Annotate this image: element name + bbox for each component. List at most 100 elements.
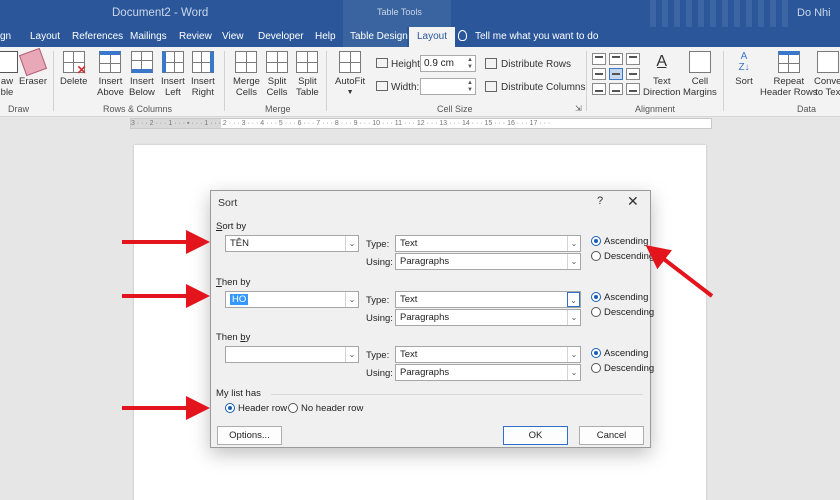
sort-by-type-dropdown[interactable]: Text ⌄: [395, 235, 581, 252]
ok-button[interactable]: OK: [503, 426, 568, 445]
tab-review[interactable]: Review: [179, 27, 212, 47]
align-top-left-button[interactable]: [592, 53, 606, 65]
group-merge-label: Merge: [265, 104, 291, 114]
group-draw-label: Draw: [8, 104, 30, 114]
sort-by-dropdown[interactable]: TÊN ⌄: [225, 235, 359, 252]
tab-developer[interactable]: Developer: [258, 27, 304, 47]
chevron-down-icon[interactable]: ⌄: [345, 292, 358, 307]
then-by-2-ascending-radio[interactable]: Ascending: [591, 348, 648, 359]
lightbulb-icon: [458, 30, 467, 41]
tab-references[interactable]: References: [72, 27, 123, 47]
then-by-1-type-dropdown[interactable]: Text ⌄: [395, 291, 581, 308]
sort-button[interactable]: A Z↓ Sort: [733, 51, 755, 87]
ascending-label: Ascending: [604, 348, 649, 359]
tab-help[interactable]: Help: [315, 27, 336, 47]
width-spinner[interactable]: ▲ ▼: [467, 80, 473, 94]
chevron-down-icon[interactable]: ⌄: [567, 254, 580, 269]
tell-me-search[interactable]: Tell me what you want to do: [458, 27, 598, 47]
cell-margins-button[interactable]: Cell Margins: [683, 51, 717, 98]
height-input[interactable]: 0.9 cm ▲ ▼: [420, 55, 476, 72]
then-by-1-dropdown[interactable]: HO ⌄: [225, 291, 359, 308]
help-icon[interactable]: ?: [597, 195, 603, 207]
delete-button[interactable]: Delete: [60, 51, 87, 87]
no-header-row-radio[interactable]: No header row: [288, 403, 363, 414]
table-tools-group: Table Tools: [343, 0, 451, 27]
insert-left-button[interactable]: Insert Left: [161, 51, 185, 98]
my-list-has-label: My list has: [216, 388, 261, 399]
align-bottom-left-button[interactable]: [592, 83, 606, 95]
chevron-down-icon[interactable]: ⌄: [567, 365, 580, 380]
insert-below-button[interactable]: Insert Below: [129, 51, 155, 98]
align-bottom-center-button[interactable]: [609, 83, 623, 95]
chevron-down-icon[interactable]: ⌄: [567, 292, 580, 307]
draw-table-button[interactable]: aw ble: [0, 51, 18, 98]
group-separator: [53, 51, 54, 111]
eraser-button[interactable]: Eraser: [18, 47, 48, 87]
sort-az-icon: A Z↓: [738, 51, 750, 73]
tab-design[interactable]: gn: [0, 27, 11, 47]
header-row-radio[interactable]: Header row: [225, 403, 287, 414]
insert-above-button[interactable]: Insert Above: [97, 51, 124, 98]
convert-to-text-button[interactable]: Conve to Tex: [814, 51, 840, 98]
sort-by-ascending-radio[interactable]: Ascending: [591, 236, 648, 247]
height-spinner[interactable]: ▲ ▼: [467, 57, 473, 71]
then-by-1-label-post: hen by: [221, 277, 251, 288]
autofit-button[interactable]: AutoFit ▼: [335, 51, 365, 98]
sort-by-descending-radio[interactable]: Descending: [591, 251, 654, 262]
align-bottom-right-button[interactable]: [626, 83, 640, 95]
then-by-2-label: Then by: [216, 332, 250, 343]
chevron-down-icon[interactable]: ⌄: [345, 236, 358, 251]
user-name[interactable]: Do Nhi: [797, 7, 831, 19]
distribute-columns-icon: [485, 81, 497, 92]
then-by-2-descending-radio[interactable]: Descending: [591, 363, 654, 374]
align-top-center-button[interactable]: [609, 53, 623, 65]
column-width-icon: [376, 81, 388, 91]
text-direction-button[interactable]: A̲ Text Direction: [643, 51, 681, 98]
sort-by-label-post: ort by: [222, 221, 247, 232]
cancel-button[interactable]: Cancel: [579, 426, 644, 445]
tab-mailings[interactable]: Mailings: [130, 27, 167, 47]
then-by-2-type-label: Type:: [366, 350, 390, 361]
radio-selected: [591, 292, 601, 302]
tab-view[interactable]: View: [222, 27, 244, 47]
cell-size-launcher-icon[interactable]: ⇲: [575, 104, 582, 113]
align-center-button[interactable]: [609, 68, 623, 80]
insert-right-button[interactable]: Insert Right: [191, 51, 215, 98]
then-by-1-ascending-radio[interactable]: Ascending: [591, 292, 648, 303]
titlebar-pattern: [650, 0, 790, 27]
ruler-ticks: 3 · · · 2 · · · 1 · · · ▪ · · · 1 · · · …: [131, 120, 551, 127]
then-by-1-using-dropdown[interactable]: Paragraphs ⌄: [395, 309, 581, 326]
align-top-right-button[interactable]: [626, 53, 640, 65]
convert-label-1: Conve: [814, 76, 840, 87]
ascending-label: Ascending: [604, 236, 649, 247]
width-input[interactable]: ▲ ▼: [420, 78, 476, 95]
then-by-2-type-dropdown[interactable]: Text ⌄: [395, 346, 581, 363]
tab-layout-page[interactable]: Layout: [30, 27, 60, 47]
merge-cells-label-2: Cells: [235, 87, 258, 98]
repeat-header-rows-button[interactable]: Repeat Header Rows: [760, 51, 818, 98]
tab-table-layout[interactable]: Layout: [409, 27, 456, 47]
chevron-down-icon[interactable]: ⌄: [567, 310, 580, 325]
then-by-2-dropdown[interactable]: ⌄: [225, 346, 359, 363]
then-by-1-descending-radio[interactable]: Descending: [591, 307, 654, 318]
merge-cells-button[interactable]: Merge Cells: [233, 51, 260, 98]
horizontal-ruler[interactable]: 3 · · · 2 · · · 1 · · · ▪ · · · 1 · · · …: [130, 118, 712, 129]
then-by-2-using-dropdown[interactable]: Paragraphs ⌄: [395, 364, 581, 381]
delete-table-icon: [62, 51, 87, 76]
chevron-down-icon[interactable]: ⌄: [567, 236, 580, 251]
options-button[interactable]: Options...: [217, 426, 282, 445]
chevron-down-icon[interactable]: ⌄: [345, 347, 358, 362]
insert-right-label-1: Insert: [191, 76, 215, 87]
sort-by-using-dropdown[interactable]: Paragraphs ⌄: [395, 253, 581, 270]
split-cells-button[interactable]: Split Cells: [266, 51, 288, 98]
autofit-icon: [339, 51, 362, 73]
align-center-left-button[interactable]: [592, 68, 606, 80]
tab-table-design[interactable]: Table Design: [343, 27, 408, 47]
distribute-rows-button[interactable]: Distribute Rows: [485, 58, 571, 70]
distribute-columns-button[interactable]: Distribute Columns: [485, 81, 585, 93]
repeat-header-label-1: Repeat: [773, 76, 805, 87]
close-icon[interactable]: ✕: [627, 193, 639, 210]
chevron-down-icon[interactable]: ⌄: [567, 347, 580, 362]
split-table-button[interactable]: Split Table: [296, 51, 319, 98]
align-center-right-button[interactable]: [626, 68, 640, 80]
